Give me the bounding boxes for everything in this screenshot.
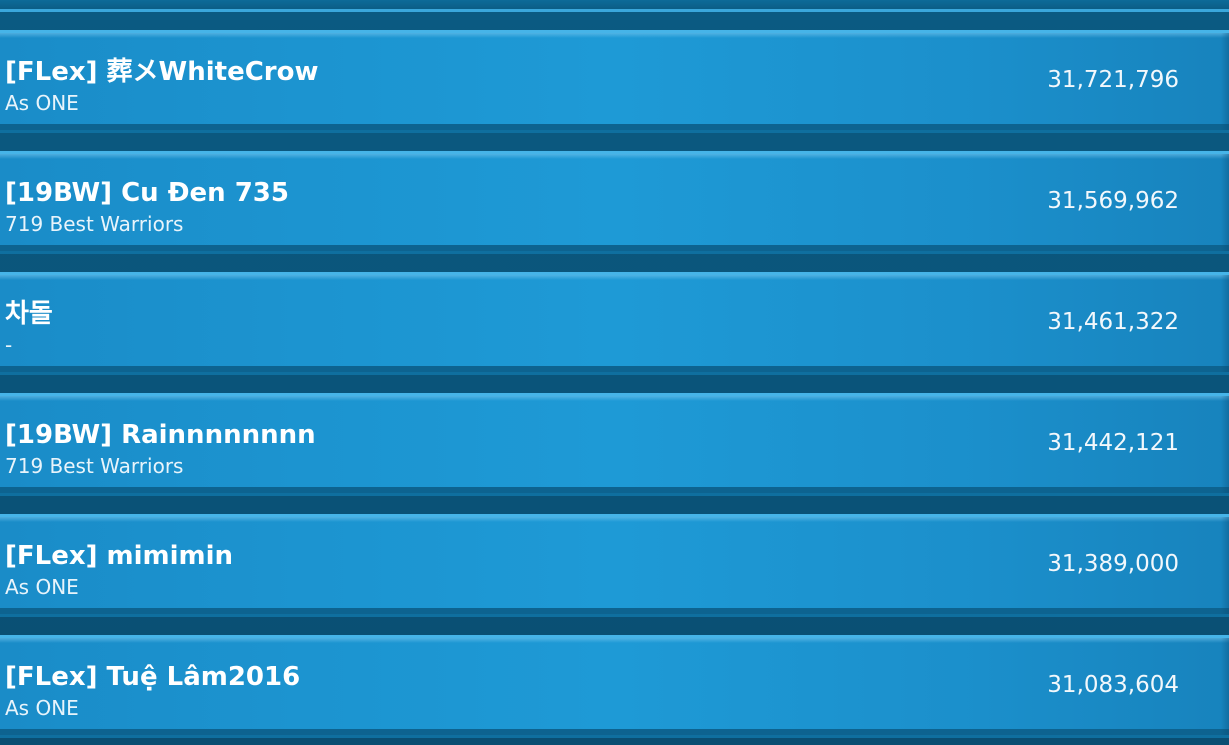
player-name: [19BW] Cu Đen 735 xyxy=(5,178,289,208)
score-value: 31,569,962 xyxy=(1047,188,1179,214)
guild-name: 719 Best Warriors xyxy=(5,454,184,478)
guild-name: As ONE xyxy=(5,575,79,599)
leaderboard-row[interactable]: [FLex] Tuệ Lâm2016 As ONE 31,083,604 xyxy=(0,635,1229,738)
guild-name: 719 Best Warriors xyxy=(5,212,184,236)
leaderboard-list[interactable]: [FLex] 葬メWhiteCrow As ONE 31,721,796 [19… xyxy=(0,0,1229,745)
score-value: 31,083,604 xyxy=(1047,672,1179,698)
row-divider xyxy=(1221,638,1229,735)
player-name: 차돌 xyxy=(5,299,53,329)
leaderboard-row[interactable]: [19BW] Rainnnnnnnn 719 Best Warriors 31,… xyxy=(0,393,1229,496)
guild-name: As ONE xyxy=(5,696,79,720)
player-name: [FLex] Tuệ Lâm2016 xyxy=(5,662,301,692)
leaderboard-row[interactable]: [FLex] mimimin As ONE 31,389,000 xyxy=(0,514,1229,617)
row-divider xyxy=(1221,275,1229,372)
score-value: 31,461,322 xyxy=(1047,309,1179,335)
row-divider xyxy=(1221,33,1229,130)
previous-row-edge xyxy=(0,0,1229,12)
leaderboard-row[interactable]: [FLex] 葬メWhiteCrow As ONE 31,721,796 xyxy=(0,30,1229,133)
row-divider xyxy=(1221,517,1229,614)
player-name: [FLex] 葬メWhiteCrow xyxy=(5,57,319,87)
guild-name: As ONE xyxy=(5,91,79,115)
score-value: 31,442,121 xyxy=(1047,430,1179,456)
score-value: 31,721,796 xyxy=(1047,67,1179,93)
player-name: [19BW] Rainnnnnnnn xyxy=(5,420,316,450)
player-name: [FLex] mimimin xyxy=(5,541,234,571)
score-value: 31,389,000 xyxy=(1047,551,1179,577)
leaderboard-row[interactable]: [19BW] Cu Đen 735 719 Best Warriors 31,5… xyxy=(0,151,1229,254)
row-divider xyxy=(1221,154,1229,251)
guild-name: - xyxy=(5,333,13,357)
leaderboard-row[interactable]: 차돌 - 31,461,322 xyxy=(0,272,1229,375)
row-divider xyxy=(1221,396,1229,493)
